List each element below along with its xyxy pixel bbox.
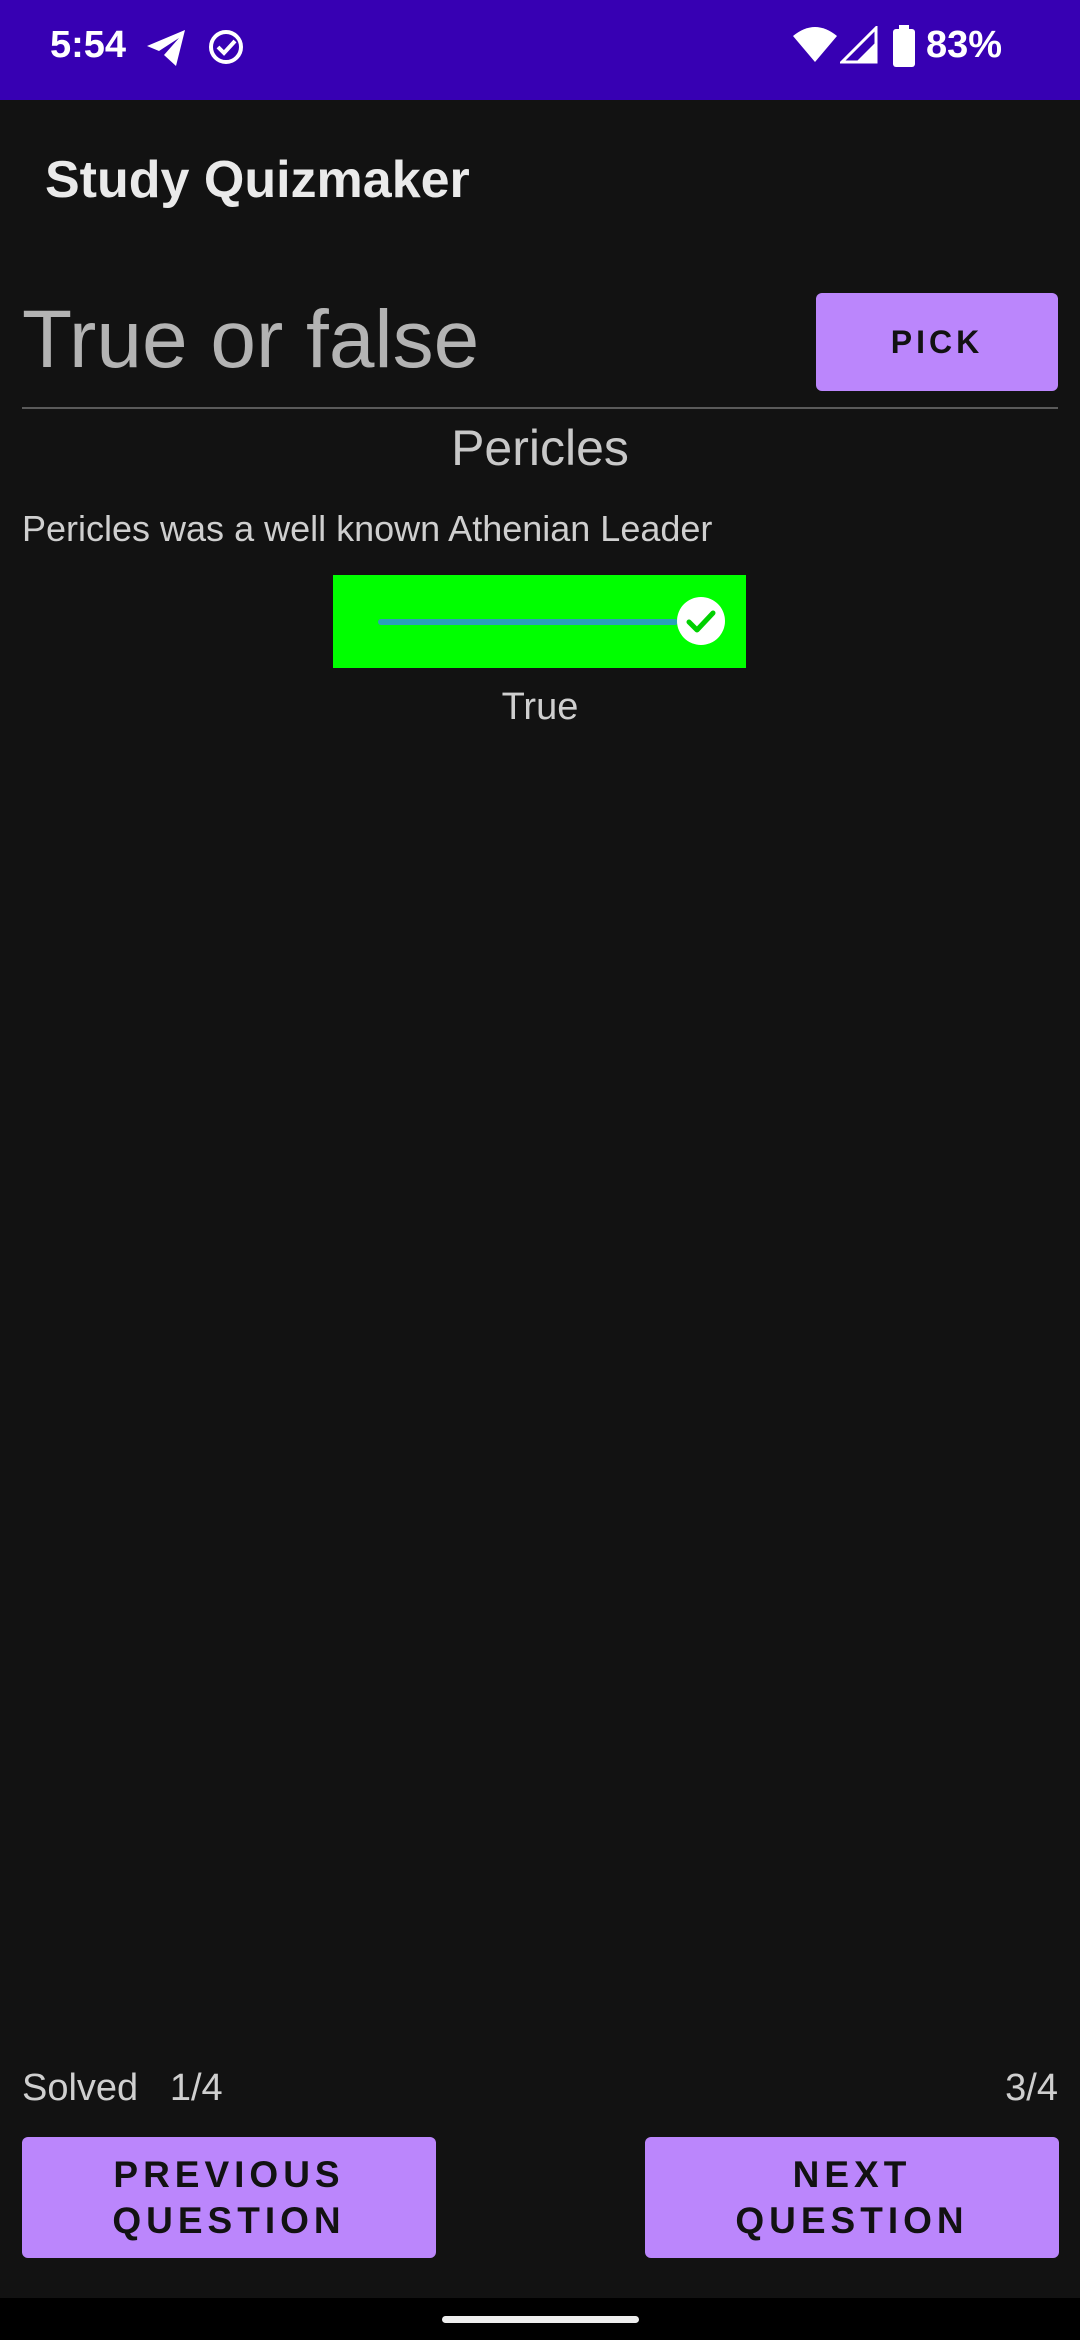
check-circle-icon xyxy=(206,27,246,72)
next-button-line2: QUESTION xyxy=(735,2199,969,2241)
question-type-value: True or false xyxy=(22,294,480,385)
answer-switch[interactable] xyxy=(333,575,746,668)
status-time: 5:54 xyxy=(50,24,127,66)
switch-track xyxy=(378,619,678,625)
field-underline xyxy=(22,407,1058,409)
question-title: Pericles xyxy=(451,420,629,476)
app-title: Study Quizmaker xyxy=(45,151,470,209)
pick-button[interactable]: PICK xyxy=(816,293,1058,391)
previous-question-button[interactable]: PREVIOUS QUESTION xyxy=(22,2137,436,2258)
previous-button-line2: QUESTION xyxy=(112,2199,346,2241)
answer-label: True xyxy=(501,686,579,728)
next-question-button[interactable]: NEXT QUESTION xyxy=(645,2137,1059,2258)
next-button-line1: NEXT xyxy=(792,2153,912,2195)
wifi-icon xyxy=(792,26,838,69)
status-bar: 5:54 83% xyxy=(0,0,1080,100)
question-position: 3/4 xyxy=(1005,2067,1058,2109)
signal-icon xyxy=(838,24,878,69)
app-bar: Study Quizmaker xyxy=(0,100,1080,260)
telegram-icon xyxy=(145,28,187,73)
question-text: Pericles was a well known Athenian Leade… xyxy=(22,508,713,549)
battery-icon xyxy=(893,25,915,72)
battery-percent: 83% xyxy=(926,24,1003,66)
gesture-nav-bar xyxy=(0,2298,1080,2340)
check-circle-icon xyxy=(676,596,726,646)
previous-button-line1: PREVIOUS xyxy=(113,2153,345,2195)
solved-count: Solved 1/4 xyxy=(22,2067,223,2109)
home-gesture-handle[interactable] xyxy=(442,2316,639,2323)
